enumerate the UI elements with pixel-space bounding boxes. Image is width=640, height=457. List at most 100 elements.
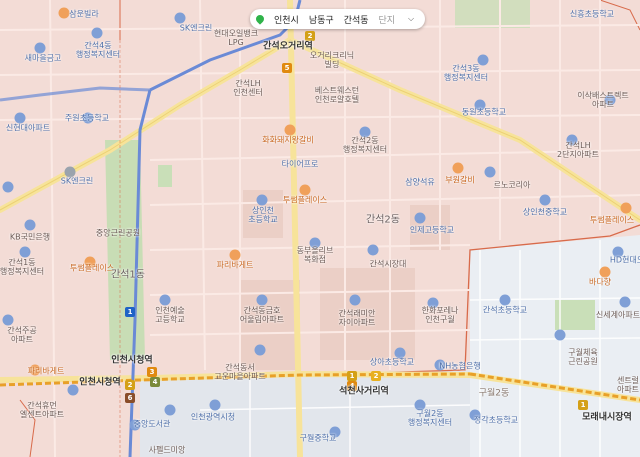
line-badge: 2 xyxy=(371,371,381,381)
store-icon[interactable] xyxy=(58,7,70,19)
map-label[interactable]: 새마을금고 xyxy=(25,54,62,63)
line-badge: 2 xyxy=(125,380,135,390)
apartment-icon[interactable] xyxy=(256,294,268,306)
map-label[interactable]: 상인천중학교 xyxy=(523,208,567,217)
map-label[interactable]: 타이어프로 xyxy=(282,160,319,169)
crumb-dong[interactable]: 간석동 xyxy=(344,13,369,26)
map-label[interactable]: 간석동금호 어울림아파트 xyxy=(240,306,284,324)
map-label[interactable]: 상아초등학교 xyxy=(370,358,414,367)
map-label[interactable]: 정각초등학교 xyxy=(474,416,518,425)
map-label[interactable]: 파리바게트 xyxy=(28,367,65,376)
bank-icon[interactable] xyxy=(24,219,36,231)
car-icon[interactable] xyxy=(484,166,496,178)
crumb-complex[interactable]: 단지 xyxy=(379,13,396,26)
map-label[interactable]: 한화포레나 인천구월 xyxy=(422,306,459,324)
map-label[interactable]: 인천예술 고등학교 xyxy=(155,306,184,324)
apartment-icon[interactable] xyxy=(254,344,266,356)
map-label[interactable]: 투썸플레이스 xyxy=(590,216,634,225)
map-label[interactable]: SK엔크린 xyxy=(180,24,212,33)
building-icon[interactable] xyxy=(19,246,31,258)
map-label[interactable]: KB국민은행 xyxy=(10,233,50,242)
map-label[interactable]: 간석휴먼 엘센트아파트 xyxy=(20,401,64,419)
map-label[interactable]: 간석2동 행정복지센터 xyxy=(343,136,387,154)
apartment-icon[interactable] xyxy=(2,181,14,193)
map-label[interactable]: 신흥초등학교 xyxy=(570,10,614,19)
school-icon[interactable] xyxy=(159,294,171,306)
map-label[interactable]: 구월중학교 xyxy=(300,434,337,443)
bank-icon[interactable] xyxy=(34,42,46,54)
map-label[interactable]: SK엔크린 xyxy=(61,177,93,186)
map-label[interactable]: 간석LH 2단지아파트 xyxy=(557,141,599,159)
building-icon[interactable] xyxy=(367,244,379,256)
building-icon[interactable] xyxy=(209,399,221,411)
map-label[interactable]: 간석초등학교 xyxy=(483,306,527,315)
line-badge: 4 xyxy=(150,377,160,387)
map-label[interactable]: 베스트웨스턴 인천로얄호텔 xyxy=(315,86,359,104)
map-label[interactable]: 오거리크리닉 빌딩 xyxy=(310,51,354,69)
map-label[interactable]: 간석4동 행정복지센터 xyxy=(76,41,120,59)
map-label[interactable]: 동부올리브 복화점 xyxy=(297,246,334,264)
map-label[interactable]: 화화돼지왕갈비 xyxy=(262,136,314,145)
map-label[interactable]: 삼양석유 xyxy=(405,178,434,187)
map-label[interactable]: 이삭배스트렉트 아파트 xyxy=(577,91,629,109)
map-label[interactable]: 구월체육 근린공원 xyxy=(568,348,597,366)
map-label[interactable]: 인천광역시청 xyxy=(191,413,235,422)
restaurant-icon[interactable] xyxy=(452,162,464,174)
map-label[interactable]: 사펠드미앙 xyxy=(149,446,186,455)
school-icon[interactable] xyxy=(539,194,551,206)
apartment-icon[interactable] xyxy=(67,384,79,396)
chevron-down-icon[interactable]: ⌵ xyxy=(405,13,417,25)
map-label[interactable]: 투썸플레이스 xyxy=(70,264,114,273)
building-icon[interactable] xyxy=(91,27,103,39)
map-label[interactable]: 동원초등학교 xyxy=(462,108,506,117)
map-label[interactable]: NH농협은행 xyxy=(439,362,480,371)
map-label[interactable]: 간석래미안 자이아파트 xyxy=(339,309,376,327)
apartment-icon[interactable] xyxy=(349,294,361,306)
map-label[interactable]: 바다향 xyxy=(589,278,611,287)
map-label[interactable]: 중앙근린공원 xyxy=(96,229,140,238)
station-label[interactable]: 인천시청역 xyxy=(79,378,120,388)
map-label[interactable]: 상인천 초등학교 xyxy=(248,206,277,224)
restaurant-icon[interactable] xyxy=(599,266,611,278)
line-badge: 1 xyxy=(125,307,135,317)
map-label[interactable]: 삼운빌라 xyxy=(69,10,98,19)
park-icon[interactable] xyxy=(554,329,566,341)
map-label[interactable]: 신세계아파트 xyxy=(596,311,640,320)
map-label[interactable]: 인제고등학교 xyxy=(410,226,454,235)
apartment-icon[interactable] xyxy=(619,296,631,308)
map-label[interactable]: 간석주공 아파트 xyxy=(7,326,36,344)
map-label[interactable]: 중앙도서관 xyxy=(134,420,171,429)
school-icon[interactable] xyxy=(499,294,511,306)
station-label[interactable]: 석천사거리역 xyxy=(339,387,389,397)
cafe-icon[interactable] xyxy=(299,184,311,196)
cafe-icon[interactable] xyxy=(620,202,632,214)
crumb-district[interactable]: 남동구 xyxy=(309,13,334,26)
school-icon[interactable] xyxy=(256,194,268,206)
map-label[interactable]: 주원초등학교 xyxy=(65,114,109,123)
building-icon[interactable] xyxy=(164,404,176,416)
apartment-icon[interactable] xyxy=(2,314,14,326)
map-label[interactable]: 센트럴 아파트 xyxy=(617,376,639,394)
map-label[interactable]: 파리바게트 xyxy=(217,261,254,270)
map-label[interactable]: 신현대아파트 xyxy=(6,124,50,133)
map-label[interactable]: 간석시장대 xyxy=(370,260,407,269)
bakery-icon[interactable] xyxy=(229,249,241,261)
restaurant-icon[interactable] xyxy=(284,124,296,136)
apartment-icon[interactable] xyxy=(14,112,26,124)
school-icon[interactable] xyxy=(414,212,426,224)
map-label[interactable]: 간석3동 행정복지센터 xyxy=(444,64,488,82)
map-label[interactable]: 투썸플레이스 xyxy=(283,196,327,205)
station-label[interactable]: 간석오거리역 xyxy=(263,42,313,52)
map-label[interactable]: 현대오일뱅크 LPG xyxy=(214,29,258,47)
crumb-city[interactable]: 인천시 xyxy=(274,13,299,26)
map-label[interactable]: 간석동서 고운마을아파트 xyxy=(214,363,266,381)
map-label[interactable]: 간석1동 행정복지센터 xyxy=(0,258,44,276)
place-icon[interactable] xyxy=(174,12,186,24)
station-label[interactable]: 모래내시장역 xyxy=(582,413,632,423)
map-label[interactable]: 부원갈비 xyxy=(445,176,474,185)
map-label[interactable]: 간석LH 인천센터 xyxy=(233,79,262,97)
map-label[interactable]: 구월2동 행정복지센터 xyxy=(408,409,452,427)
map-label[interactable]: 르노코리아 xyxy=(494,181,531,190)
map-label[interactable]: HD현대오 xyxy=(610,256,640,265)
station-label[interactable]: 인천시청역 xyxy=(111,356,152,366)
